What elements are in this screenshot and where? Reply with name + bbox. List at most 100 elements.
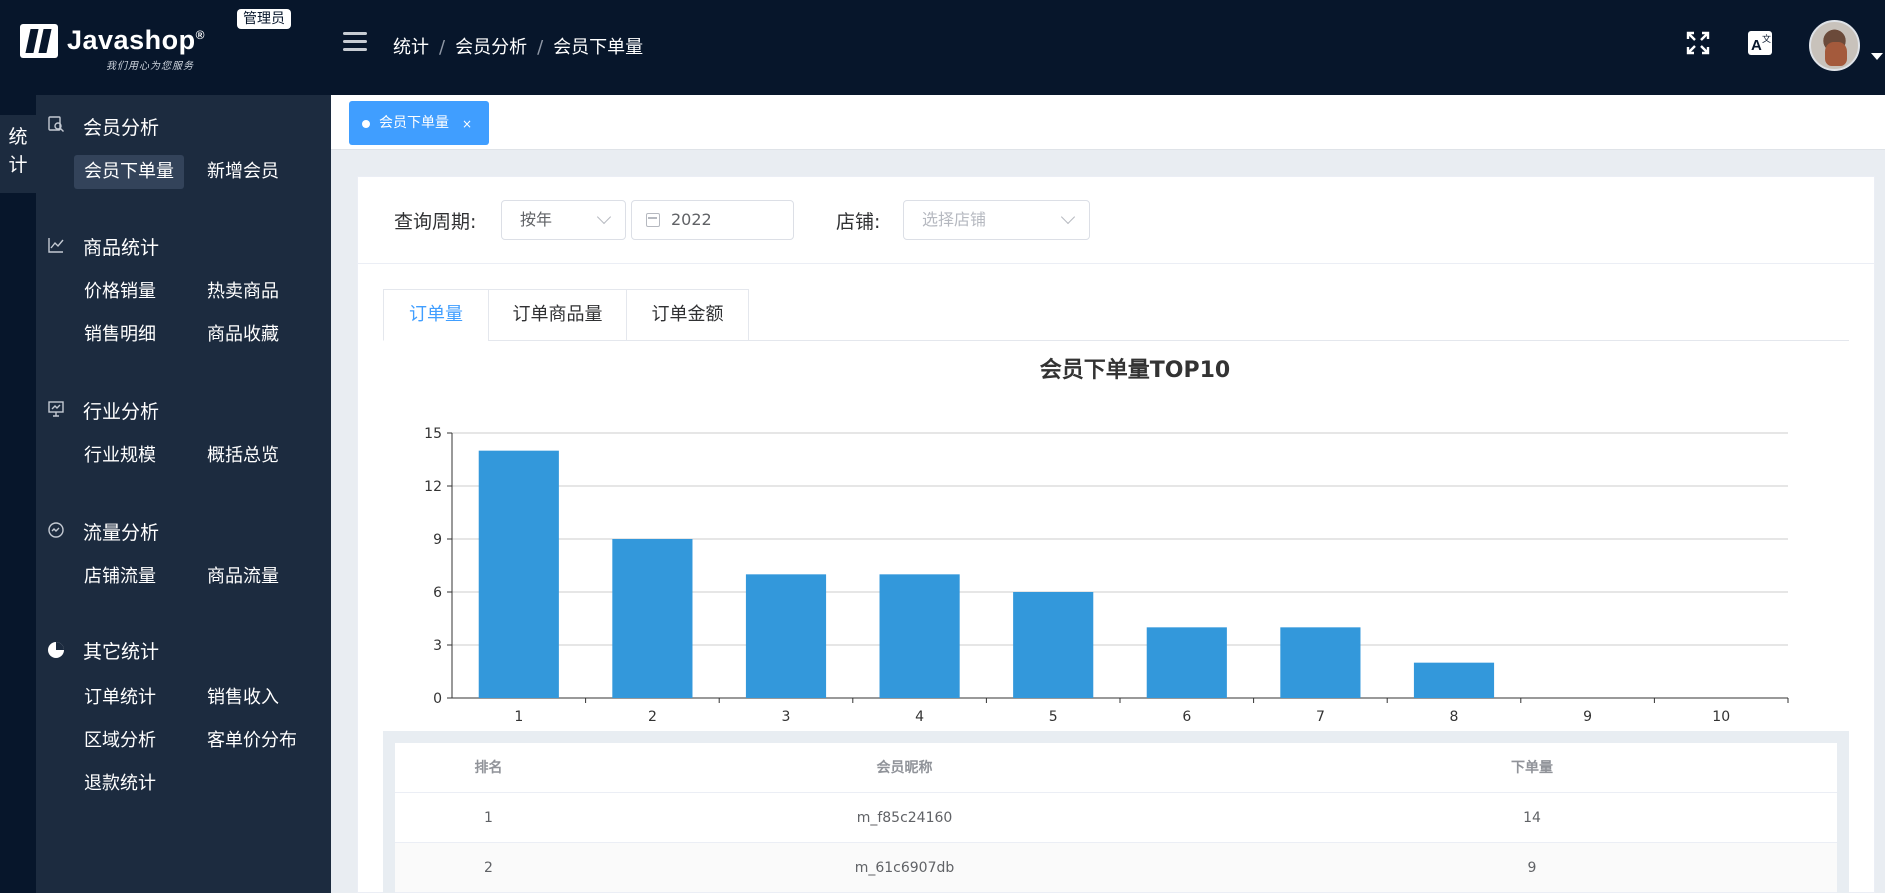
sidebar-item-refund-statistics[interactable]: 退款统计 — [74, 767, 166, 801]
bar — [1413, 662, 1495, 698]
bar — [879, 574, 960, 698]
sidebar-item-sales-income[interactable]: 销售收入 — [197, 681, 289, 715]
sidebar-item-industry-scale[interactable]: 行业规模 — [74, 439, 166, 473]
x-tick-label: 2 — [648, 709, 657, 725]
x-tick-label: 8 — [1450, 709, 1459, 725]
breadcrumb-item[interactable]: 统计 — [393, 37, 429, 58]
sidebar-item-hot-goods[interactable]: 热卖商品 — [197, 275, 289, 309]
sidebar-group-title[interactable]: 商品统计 — [83, 233, 159, 260]
year-picker-value: 2022 — [671, 210, 712, 229]
traffic-icon — [48, 522, 64, 538]
breadcrumb-item-current: 会员下单量 — [553, 37, 644, 58]
menu-icon[interactable] — [343, 32, 367, 52]
table-cell-orders: 14 — [1523, 810, 1541, 826]
user-avatar[interactable] — [1809, 20, 1860, 71]
sidebar-group-title[interactable]: 流量分析 — [83, 518, 159, 545]
logo-slogan: 我们用心为您服务 — [106, 61, 194, 72]
y-tick-label: 0 — [433, 691, 442, 707]
table-header-orders: 下单量 — [1511, 760, 1553, 776]
y-tick-label: 3 — [433, 638, 442, 654]
x-tick-label: 5 — [1049, 709, 1058, 725]
active-dot-icon — [362, 120, 370, 128]
y-tick-label: 9 — [433, 532, 442, 548]
x-tick-label: 9 — [1583, 709, 1592, 725]
sidebar-group-title[interactable]: 其它统计 — [83, 637, 159, 664]
period-label: 查询周期: — [394, 211, 477, 233]
top-nav-rail: 统 计 — [0, 95, 36, 893]
logo-text: Javashop — [67, 25, 196, 55]
x-tick-label: 10 — [1712, 709, 1730, 725]
x-tick-label: 7 — [1316, 709, 1325, 725]
rail-tab-statistics[interactable]: 统 计 — [0, 115, 36, 193]
sidebar: 会员分析 会员下单量 新增会员 商品统计 价格销量 热卖商品 销售明细 商品收藏… — [36, 95, 331, 893]
bar — [745, 574, 827, 698]
table-header-rank: 排名 — [474, 760, 503, 776]
close-icon[interactable]: × — [462, 102, 472, 146]
caret-down-icon[interactable] — [1871, 53, 1883, 60]
x-tick-label: 1 — [514, 709, 523, 725]
shop-select-placeholder: 选择店铺 — [922, 210, 987, 229]
breadcrumb-item[interactable]: 会员分析 — [455, 37, 527, 58]
table-cell-orders: 9 — [1527, 860, 1537, 876]
sidebar-group-title[interactable]: 会员分析 — [83, 113, 159, 140]
top-header: Javashop® 我们用心为您服务 管理员 统计 / 会员分析 / 会员下单量 A 文 — [0, 0, 1885, 95]
bar — [612, 539, 693, 698]
sidebar-item-shop-traffic[interactable]: 店铺流量 — [74, 560, 166, 594]
bar — [1146, 627, 1227, 698]
svg-text:文: 文 — [1762, 33, 1771, 45]
chevron-down-icon — [1060, 209, 1076, 225]
fullscreen-icon[interactable] — [1685, 30, 1711, 56]
table-row: 1 m_f85c24160 14 — [395, 793, 1837, 843]
sidebar-item-price-sales[interactable]: 价格销量 — [74, 275, 166, 309]
sidebar-item-order-price-distribution[interactable]: 客单价分布 — [197, 724, 307, 758]
sidebar-item-goods-traffic[interactable]: 商品流量 — [197, 560, 289, 594]
sidebar-item-new-members[interactable]: 新增会员 — [197, 155, 289, 189]
y-tick-label: 6 — [433, 585, 442, 601]
presentation-icon — [48, 401, 64, 417]
page-tab-member-orders[interactable]: 会员下单量 × — [349, 101, 489, 145]
y-tick-label: 12 — [424, 479, 442, 495]
pie-icon — [48, 642, 64, 658]
sidebar-item-overview[interactable]: 概括总览 — [197, 439, 289, 473]
tab-order-goods-count[interactable]: 订单商品量 — [488, 289, 627, 341]
breadcrumb: 统计 / 会员分析 / 会员下单量 — [393, 37, 644, 58]
bar — [1280, 627, 1361, 698]
chevron-down-icon — [596, 209, 612, 225]
javashop-logo[interactable]: Javashop® 我们用心为您服务 — [20, 22, 220, 74]
sidebar-item-order-statistics[interactable]: 订单统计 — [74, 681, 166, 715]
logo-registered-mark: ® — [195, 28, 205, 42]
table-header-row: 排名 会员昵称 下单量 — [395, 743, 1837, 793]
sidebar-group-title[interactable]: 行业分析 — [83, 397, 159, 424]
chart-title: 会员下单量TOP10 — [1040, 357, 1230, 383]
x-tick-label: 4 — [915, 709, 924, 725]
svg-text:A: A — [1751, 37, 1762, 54]
logo-mark-icon — [20, 24, 58, 58]
page-tab-bar: 会员下单量 × — [331, 95, 1885, 150]
ranking-table-wrapper: 排名 会员昵称 下单量 1 m_f85c24160 14 2 m_61c6907… — [383, 731, 1849, 893]
ranking-table: 排名 会员昵称 下单量 1 m_f85c24160 14 2 m_61c6907… — [395, 743, 1837, 893]
sidebar-item-region-analysis[interactable]: 区域分析 — [74, 724, 166, 758]
tab-order-amount[interactable]: 订单金额 — [626, 289, 749, 341]
chart-line-icon — [48, 238, 64, 253]
y-tick-label: 15 — [424, 426, 442, 442]
content-card: 查询周期: 按年 2022 店铺: 选择店铺 订单量 订单商品量 订单金额 会员… — [357, 176, 1875, 893]
member-analysis-icon — [48, 116, 64, 132]
bar — [1013, 592, 1094, 698]
sidebar-item-sales-detail[interactable]: 销售明细 — [74, 318, 166, 352]
table-header-nickname: 会员昵称 — [876, 760, 933, 776]
sidebar-item-goods-favorites[interactable]: 商品收藏 — [197, 318, 289, 352]
year-picker[interactable]: 2022 — [631, 200, 794, 240]
table-cell-nickname: m_f85c24160 — [856, 810, 953, 826]
filter-bar: 查询周期: 按年 2022 店铺: 选择店铺 — [358, 177, 1874, 264]
table-cell-rank: 1 — [484, 810, 493, 826]
bar — [478, 450, 559, 698]
shop-select[interactable]: 选择店铺 — [903, 200, 1090, 240]
calendar-icon — [646, 213, 660, 227]
period-select[interactable]: 按年 — [501, 200, 626, 240]
shop-label: 店铺: — [836, 211, 881, 233]
table-row: 2 m_61c6907db 9 — [395, 843, 1837, 893]
table-cell-nickname: m_61c6907db — [854, 860, 955, 876]
sidebar-item-member-orders[interactable]: 会员下单量 — [74, 155, 184, 189]
tab-order-count[interactable]: 订单量 — [383, 289, 489, 341]
translate-icon[interactable]: A 文 — [1747, 30, 1773, 56]
